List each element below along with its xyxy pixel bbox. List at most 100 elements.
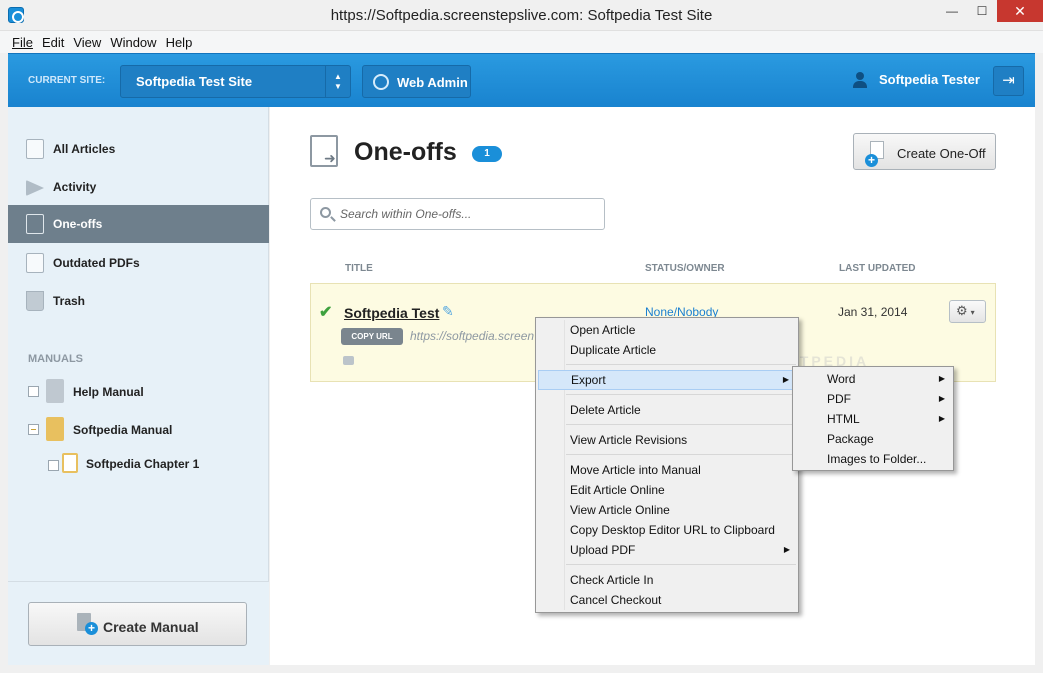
menu-item-check-in[interactable]: Check Article In bbox=[538, 570, 796, 590]
submenu-item-word[interactable]: Word ▶ bbox=[795, 369, 951, 389]
create-one-off-label: Create One-Off bbox=[897, 146, 986, 161]
article-title-link[interactable]: Softpedia Test bbox=[344, 305, 439, 321]
window-controls: — ☐ ✕ bbox=[937, 0, 1043, 22]
menu-item-delete-article[interactable]: Delete Article bbox=[538, 400, 796, 420]
window-titlebar: https://Softpedia.screenstepslive.com: S… bbox=[0, 0, 1043, 31]
close-button[interactable]: ✕ bbox=[997, 0, 1043, 22]
submenu-arrow-icon: ▶ bbox=[938, 374, 945, 383]
submenu-item-pdf[interactable]: PDF ▶ bbox=[795, 389, 951, 409]
user-name[interactable]: Softpedia Tester bbox=[879, 72, 980, 87]
plus-icon: + bbox=[85, 622, 98, 635]
chapter-checkbox[interactable] bbox=[48, 460, 59, 471]
sidebar-item-outdated-pdfs[interactable]: Outdated PDFs bbox=[8, 244, 269, 282]
app-header: CURRENT SITE: Softpedia Test Site ▲ ▼ Web… bbox=[8, 53, 1035, 107]
manuals-heading: MANUALS bbox=[28, 353, 83, 365]
book-icon bbox=[46, 379, 64, 403]
chapter-label: Softpedia Chapter 1 bbox=[86, 457, 200, 471]
menu-item-open-article[interactable]: Open Article bbox=[538, 320, 796, 340]
menu-help[interactable]: Help bbox=[166, 35, 193, 50]
search-icon bbox=[320, 207, 331, 218]
sidebar-item-all-articles[interactable]: All Articles bbox=[8, 130, 269, 168]
trash-icon bbox=[26, 291, 44, 311]
submenu-arrow-icon: ▶ bbox=[938, 394, 945, 403]
create-manual-button[interactable]: + Create Manual bbox=[28, 602, 247, 646]
menu-item-cancel-checkout[interactable]: Cancel Checkout bbox=[538, 590, 796, 610]
manual-checkbox[interactable] bbox=[28, 386, 39, 397]
one-off-icon bbox=[310, 135, 338, 167]
sidebar-item-label: Trash bbox=[53, 294, 86, 308]
submenu-item-images-to-folder[interactable]: Images to Folder... bbox=[795, 449, 951, 469]
menu-separator bbox=[566, 424, 796, 425]
paper-plane-icon bbox=[26, 180, 44, 196]
updown-arrows-icon: ▲ ▼ bbox=[325, 66, 350, 97]
web-admin-button[interactable]: Web Admin bbox=[362, 65, 471, 98]
pencil-icon[interactable]: ✎ bbox=[442, 303, 454, 320]
tag-icon[interactable] bbox=[343, 356, 354, 365]
sidebar-item-one-offs[interactable]: One-offs bbox=[8, 205, 269, 243]
menu-item-view-revisions[interactable]: View Article Revisions bbox=[538, 430, 796, 450]
site-select-value: Softpedia Test Site bbox=[136, 74, 253, 89]
logout-button[interactable]: ⇥ bbox=[993, 66, 1024, 96]
menu-item-upload-pdf[interactable]: Upload PDF ▶ bbox=[538, 540, 796, 560]
menu-separator bbox=[566, 564, 796, 565]
menu-item-label: Upload PDF bbox=[570, 543, 636, 557]
submenu-item-package[interactable]: Package bbox=[795, 429, 951, 449]
sidebar-item-label: One-offs bbox=[53, 217, 103, 231]
export-submenu: Word ▶ PDF ▶ HTML ▶ Package Images to Fo… bbox=[792, 366, 954, 471]
menu-file[interactable]: File bbox=[12, 35, 33, 50]
site-select[interactable]: Softpedia Test Site ▲ ▼ bbox=[120, 65, 351, 98]
column-header-updated[interactable]: LAST UPDATED bbox=[839, 263, 915, 274]
chapter-softpedia-chapter-1[interactable]: Softpedia Chapter 1 bbox=[48, 451, 258, 481]
current-site-label: CURRENT SITE: bbox=[28, 75, 106, 86]
menu-item-label: Word bbox=[827, 372, 856, 386]
article-actions-button[interactable]: ⚙ ▾ bbox=[949, 300, 986, 323]
submenu-item-html[interactable]: HTML ▶ bbox=[795, 409, 951, 429]
menu-item-label: Export bbox=[571, 373, 606, 387]
sidebar: All Articles Activity One-offs Outdated … bbox=[8, 107, 269, 665]
sidebar-item-label: Activity bbox=[53, 180, 97, 194]
logout-icon: ⇥ bbox=[1002, 72, 1015, 89]
document-icon bbox=[26, 139, 44, 159]
minimize-button[interactable]: — bbox=[937, 0, 967, 22]
menu-view[interactable]: View bbox=[73, 35, 101, 50]
user-icon bbox=[853, 72, 867, 88]
checkmark-icon: ✔ bbox=[319, 304, 333, 321]
sidebar-item-trash[interactable]: Trash bbox=[8, 282, 269, 320]
menu-separator bbox=[566, 454, 796, 455]
copy-url-button[interactable]: COPY URL bbox=[341, 328, 403, 345]
sidebar-item-label: Outdated PDFs bbox=[53, 256, 140, 270]
column-header-title[interactable]: TITLE bbox=[345, 263, 373, 274]
menu-item-duplicate-article[interactable]: Duplicate Article bbox=[538, 340, 796, 360]
manual-label: Softpedia Manual bbox=[73, 423, 173, 437]
last-updated-value: Jan 31, 2014 bbox=[838, 305, 908, 319]
menu-bar: File Edit View Window Help bbox=[0, 31, 1043, 53]
menu-item-move-into-manual[interactable]: Move Article into Manual bbox=[538, 460, 796, 480]
manual-help-manual[interactable]: Help Manual bbox=[28, 377, 258, 407]
column-header-status[interactable]: STATUS/OWNER bbox=[645, 263, 725, 274]
menu-item-copy-editor-url[interactable]: Copy Desktop Editor URL to Clipboard bbox=[538, 520, 796, 540]
window-title: https://Softpedia.screenstepslive.com: S… bbox=[330, 7, 713, 24]
create-one-off-button[interactable]: + Create One-Off bbox=[853, 133, 996, 170]
menu-item-label: PDF bbox=[827, 392, 851, 406]
maximize-button[interactable]: ☐ bbox=[967, 0, 997, 22]
menu-separator bbox=[566, 364, 796, 365]
globe-icon bbox=[373, 74, 389, 90]
menu-separator bbox=[566, 394, 796, 395]
sidebar-footer: + Create Manual bbox=[8, 581, 269, 665]
menu-item-edit-online[interactable]: Edit Article Online bbox=[538, 480, 796, 500]
one-off-icon bbox=[26, 214, 44, 234]
book-icon bbox=[46, 417, 64, 441]
create-manual-label: Create Manual bbox=[103, 619, 199, 635]
search-input[interactable] bbox=[340, 205, 595, 223]
menu-edit[interactable]: Edit bbox=[42, 35, 64, 50]
count-badge: 1 bbox=[472, 146, 502, 162]
sidebar-item-activity[interactable]: Activity bbox=[8, 168, 269, 206]
menu-item-export[interactable]: Export ▶ bbox=[538, 370, 796, 390]
menu-window[interactable]: Window bbox=[110, 35, 156, 50]
manual-checkbox[interactable] bbox=[28, 424, 39, 435]
manual-softpedia-manual[interactable]: Softpedia Manual bbox=[28, 415, 258, 445]
submenu-arrow-icon: ▶ bbox=[782, 375, 789, 384]
menu-item-view-online[interactable]: View Article Online bbox=[538, 500, 796, 520]
chapter-icon bbox=[62, 453, 78, 473]
menu-item-label: HTML bbox=[827, 412, 860, 426]
